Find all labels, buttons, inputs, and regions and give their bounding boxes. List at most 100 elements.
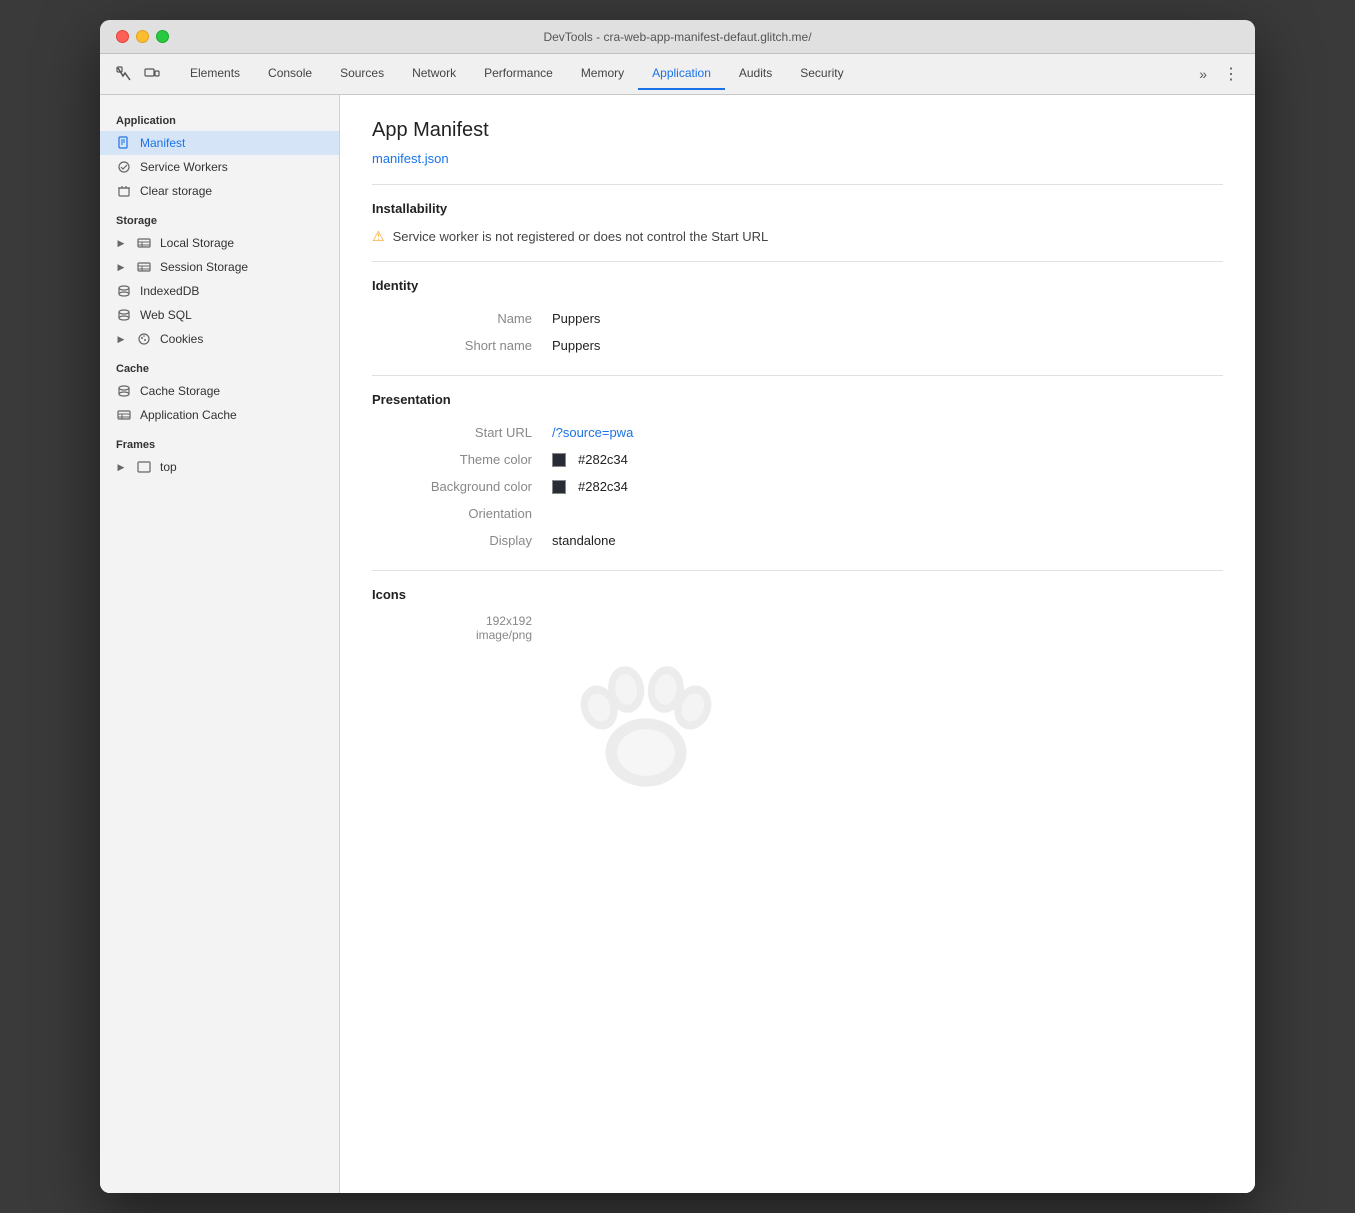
sidebar-item-clear-storage[interactable]: Clear storage <box>100 179 339 203</box>
warning-row: ⚠ Service worker is not registered or do… <box>372 228 1223 245</box>
short-name-label: Short name <box>372 338 552 353</box>
theme-color-label: Theme color <box>372 452 552 467</box>
divider-3 <box>372 375 1223 376</box>
installability-section: Installability ⚠ Service worker is not r… <box>372 201 1223 245</box>
sidebar: Application Manifest <box>100 95 340 1193</box>
display-row: Display standalone <box>372 527 1223 554</box>
identity-section: Identity Name Puppers Short name Puppers <box>372 278 1223 359</box>
bg-color-label: Background color <box>372 479 552 494</box>
window-title: DevTools - cra-web-app-manifest-defaut.g… <box>543 30 811 44</box>
service-workers-icon <box>116 159 132 175</box>
icon-type-label: image/png <box>476 628 532 642</box>
devtools-menu-button[interactable]: ⋮ <box>1215 60 1247 88</box>
inspect-icon[interactable] <box>112 62 136 86</box>
orientation-label: Orientation <box>372 506 552 521</box>
start-url-row: Start URL /?source=pwa <box>372 419 1223 446</box>
local-storage-expand-icon: ▶ <box>116 238 126 248</box>
sidebar-section-frames: Frames <box>100 427 339 455</box>
sidebar-item-service-workers[interactable]: Service Workers <box>100 155 339 179</box>
cookies-icon <box>136 331 152 347</box>
name-row: Name Puppers <box>372 305 1223 332</box>
service-workers-label: Service Workers <box>140 160 228 174</box>
top-expand-icon: ▶ <box>116 462 126 472</box>
sidebar-section-application: Application <box>100 103 339 131</box>
maximize-button[interactable] <box>156 30 169 43</box>
tab-memory[interactable]: Memory <box>567 58 638 90</box>
clear-storage-icon <box>116 183 132 199</box>
sidebar-item-websql[interactable]: Web SQL <box>100 303 339 327</box>
sidebar-item-indexeddb[interactable]: IndexedDB <box>100 279 339 303</box>
theme-color-row: Theme color #282c34 <box>372 446 1223 473</box>
tabs: Elements Console Sources Network Perform… <box>176 58 1191 90</box>
sidebar-section-storage: Storage <box>100 203 339 231</box>
sidebar-item-cookies[interactable]: ▶ Cookies <box>100 327 339 351</box>
session-storage-label: Session Storage <box>160 260 248 274</box>
sidebar-item-local-storage[interactable]: ▶ Local Storage <box>100 231 339 255</box>
minimize-button[interactable] <box>136 30 149 43</box>
traffic-lights <box>116 30 169 43</box>
devtools-window: DevTools - cra-web-app-manifest-defaut.g… <box>100 20 1255 1193</box>
title-bar: DevTools - cra-web-app-manifest-defaut.g… <box>100 20 1255 54</box>
tab-bar: Elements Console Sources Network Perform… <box>100 54 1255 95</box>
presentation-section: Presentation Start URL /?source=pwa Them… <box>372 392 1223 554</box>
display-value: standalone <box>552 533 616 548</box>
sidebar-item-manifest[interactable]: Manifest <box>100 131 339 155</box>
short-name-row: Short name Puppers <box>372 332 1223 359</box>
sidebar-item-cache-storage[interactable]: Cache Storage <box>100 379 339 403</box>
installability-heading: Installability <box>372 201 1223 216</box>
tab-audits[interactable]: Audits <box>725 58 786 90</box>
local-storage-label: Local Storage <box>160 236 234 250</box>
bg-color-row: Background color #282c34 <box>372 473 1223 500</box>
cookies-label: Cookies <box>160 332 203 346</box>
tab-performance[interactable]: Performance <box>470 58 567 90</box>
tab-sources[interactable]: Sources <box>326 58 398 90</box>
display-label: Display <box>372 533 552 548</box>
tab-overflow-button[interactable]: » <box>1191 58 1215 90</box>
bg-color-text: #282c34 <box>578 479 628 494</box>
top-label: top <box>160 460 177 474</box>
page-title: App Manifest <box>372 119 1223 142</box>
theme-color-swatch <box>552 453 566 467</box>
tab-console[interactable]: Console <box>254 58 326 90</box>
manifest-link[interactable]: manifest.json <box>372 151 449 166</box>
bg-color-value: #282c34 <box>552 479 628 494</box>
clear-storage-label: Clear storage <box>140 184 212 198</box>
manifest-label: Manifest <box>140 136 185 150</box>
sidebar-item-top[interactable]: ▶ top <box>100 455 339 479</box>
tab-elements[interactable]: Elements <box>176 58 254 90</box>
icons-heading: Icons <box>372 587 1223 602</box>
icon-meta: 192x192 image/png <box>372 614 532 642</box>
start-url-label: Start URL <box>372 425 552 440</box>
session-storage-expand-icon: ▶ <box>116 262 126 272</box>
tab-security[interactable]: Security <box>786 58 857 90</box>
theme-color-value: #282c34 <box>552 452 628 467</box>
identity-heading: Identity <box>372 278 1223 293</box>
websql-label: Web SQL <box>140 308 192 322</box>
icon-size-label: 192x192 <box>486 614 532 628</box>
indexeddb-icon <box>116 283 132 299</box>
cache-storage-icon <box>116 383 132 399</box>
tab-network[interactable]: Network <box>398 58 470 90</box>
name-value: Puppers <box>552 311 600 326</box>
sidebar-item-application-cache[interactable]: Application Cache <box>100 403 339 427</box>
tab-icons <box>108 54 168 94</box>
bg-color-swatch <box>552 480 566 494</box>
start-url-link[interactable]: /?source=pwa <box>552 425 633 440</box>
tab-application[interactable]: Application <box>638 58 725 90</box>
divider-2 <box>372 261 1223 262</box>
cookies-expand-icon: ▶ <box>116 334 126 344</box>
orientation-row: Orientation <box>372 500 1223 527</box>
application-cache-icon <box>116 407 132 423</box>
local-storage-icon <box>136 235 152 251</box>
divider-1 <box>372 184 1223 185</box>
close-button[interactable] <box>116 30 129 43</box>
indexeddb-label: IndexedDB <box>140 284 199 298</box>
icon-entry: 192x192 image/png <box>372 614 1223 810</box>
divider-4 <box>372 570 1223 571</box>
name-label: Name <box>372 311 552 326</box>
short-name-value: Puppers <box>552 338 600 353</box>
sidebar-item-session-storage[interactable]: ▶ Session Storage <box>100 255 339 279</box>
device-icon[interactable] <box>140 62 164 86</box>
warning-icon: ⚠ <box>372 228 385 245</box>
main-content: Application Manifest <box>100 95 1255 1193</box>
